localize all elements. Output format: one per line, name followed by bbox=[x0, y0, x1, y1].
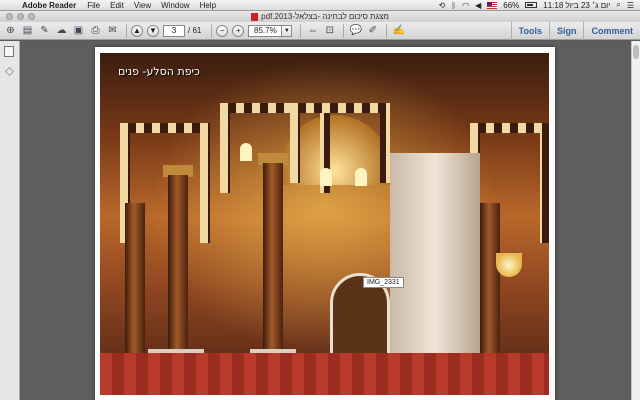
wifi-icon[interactable]: ◠ bbox=[462, 1, 469, 10]
clock[interactable]: יום ג׳ 23 ביול 11:18 bbox=[543, 1, 610, 10]
photo-column bbox=[168, 175, 188, 355]
upload-cloud-icon[interactable]: ☁ bbox=[54, 24, 69, 38]
comment-icon[interactable]: 💬 bbox=[348, 24, 363, 38]
photo-window bbox=[240, 143, 252, 161]
scrollbar-thumb[interactable] bbox=[633, 45, 639, 59]
toolbar-divider bbox=[300, 23, 302, 38]
us-flag-icon[interactable] bbox=[487, 1, 498, 9]
menu-file[interactable]: File bbox=[82, 1, 105, 10]
battery-percent[interactable]: 66% bbox=[503, 1, 519, 10]
window-title: pdf.2013-מצגת סיכום לבחינה -בצלאל bbox=[261, 12, 389, 21]
menu-window[interactable]: Window bbox=[156, 1, 194, 10]
spotlight-icon[interactable]: ⌕ bbox=[616, 0, 620, 10]
pdf-page[interactable]: כיפת הסלע- פנים IMG_2331 bbox=[95, 47, 555, 400]
sign-tool-icon[interactable]: ✍ bbox=[391, 24, 406, 38]
navigation-pane bbox=[0, 41, 20, 400]
image-tooltip-label: IMG_2331 bbox=[363, 277, 404, 288]
photo-column bbox=[125, 203, 145, 353]
pdf-file-icon bbox=[251, 12, 259, 21]
highlight-icon[interactable]: ✐ bbox=[365, 24, 380, 38]
photo-chandelier bbox=[496, 253, 522, 277]
edit-pdf-icon[interactable]: ✎ bbox=[37, 24, 52, 38]
page-number-input[interactable]: 3 bbox=[163, 24, 185, 37]
photo-column bbox=[480, 203, 500, 353]
photo-column bbox=[263, 163, 283, 358]
time-machine-icon[interactable]: ⟲ bbox=[439, 1, 446, 10]
page-thumbnails-icon[interactable] bbox=[4, 46, 14, 57]
create-pdf-icon[interactable]: ⊕ bbox=[3, 24, 18, 38]
slide-caption: כיפת הסלע- פנים bbox=[118, 65, 200, 78]
previous-page-button[interactable]: ▲ bbox=[131, 24, 143, 37]
battery-icon[interactable] bbox=[525, 2, 538, 8]
photo-window bbox=[355, 168, 367, 186]
vertical-scrollbar[interactable] bbox=[631, 41, 640, 400]
sign-button[interactable]: Sign bbox=[548, 21, 584, 40]
open-file-icon[interactable]: ▤ bbox=[20, 24, 35, 38]
window-title-bar: pdf.2013-מצגת סיכום לבחינה -בצלאל bbox=[0, 11, 640, 22]
next-page-button[interactable]: ▼ bbox=[147, 24, 159, 37]
toolbar-divider bbox=[211, 23, 213, 38]
save-icon[interactable]: ▣ bbox=[71, 24, 86, 38]
toolbar-divider bbox=[343, 23, 345, 38]
comment-button[interactable]: Comment bbox=[583, 21, 640, 40]
photo-marble-pier bbox=[390, 153, 480, 383]
close-window-button[interactable] bbox=[6, 13, 13, 20]
zoom-in-button[interactable]: + bbox=[232, 24, 245, 37]
zoom-dropdown-icon[interactable]: ▼ bbox=[282, 24, 293, 37]
bluetooth-icon[interactable]: ᛒ bbox=[451, 1, 456, 10]
app-menu[interactable]: Adobe Reader bbox=[16, 1, 82, 10]
print-icon[interactable]: ⎙ bbox=[88, 24, 103, 38]
menu-view[interactable]: View bbox=[129, 1, 156, 10]
toolbar-divider bbox=[386, 23, 388, 38]
menu-edit[interactable]: Edit bbox=[105, 1, 129, 10]
zoom-level-input[interactable]: 85.7% bbox=[248, 24, 283, 37]
photo-carpet bbox=[100, 353, 549, 395]
minimize-window-button[interactable] bbox=[17, 13, 24, 20]
dome-of-the-rock-interior-photo: כיפת הסלע- פנים IMG_2331 bbox=[100, 53, 549, 395]
volume-icon[interactable]: ◀ bbox=[475, 1, 481, 10]
page-total: / 61 bbox=[188, 26, 202, 35]
toolbar: ⊕ ▤ ✎ ☁ ▣ ⎙ ✉ ▲ ▼ 3 / 61 − + 85.7% ▼ ⇔ ⊡… bbox=[0, 21, 640, 40]
window-controls bbox=[6, 13, 35, 20]
menu-help[interactable]: Help bbox=[195, 1, 221, 10]
tools-button[interactable]: Tools bbox=[510, 21, 549, 40]
toolbar-divider bbox=[126, 23, 127, 38]
fit-width-icon[interactable]: ⇔ bbox=[305, 24, 320, 38]
attachments-icon[interactable] bbox=[5, 67, 14, 76]
zoom-window-button[interactable] bbox=[28, 13, 35, 20]
zoom-out-button[interactable]: − bbox=[216, 24, 229, 37]
document-area[interactable]: כיפת הסלע- פנים IMG_2331 bbox=[21, 41, 631, 400]
email-icon[interactable]: ✉ bbox=[105, 24, 120, 38]
notification-center-icon[interactable]: ☰ bbox=[627, 1, 634, 10]
fit-page-icon[interactable]: ⊡ bbox=[322, 24, 337, 38]
menu-bar: Adobe Reader File Edit View Window Help … bbox=[0, 0, 640, 11]
photo-window bbox=[320, 168, 332, 186]
